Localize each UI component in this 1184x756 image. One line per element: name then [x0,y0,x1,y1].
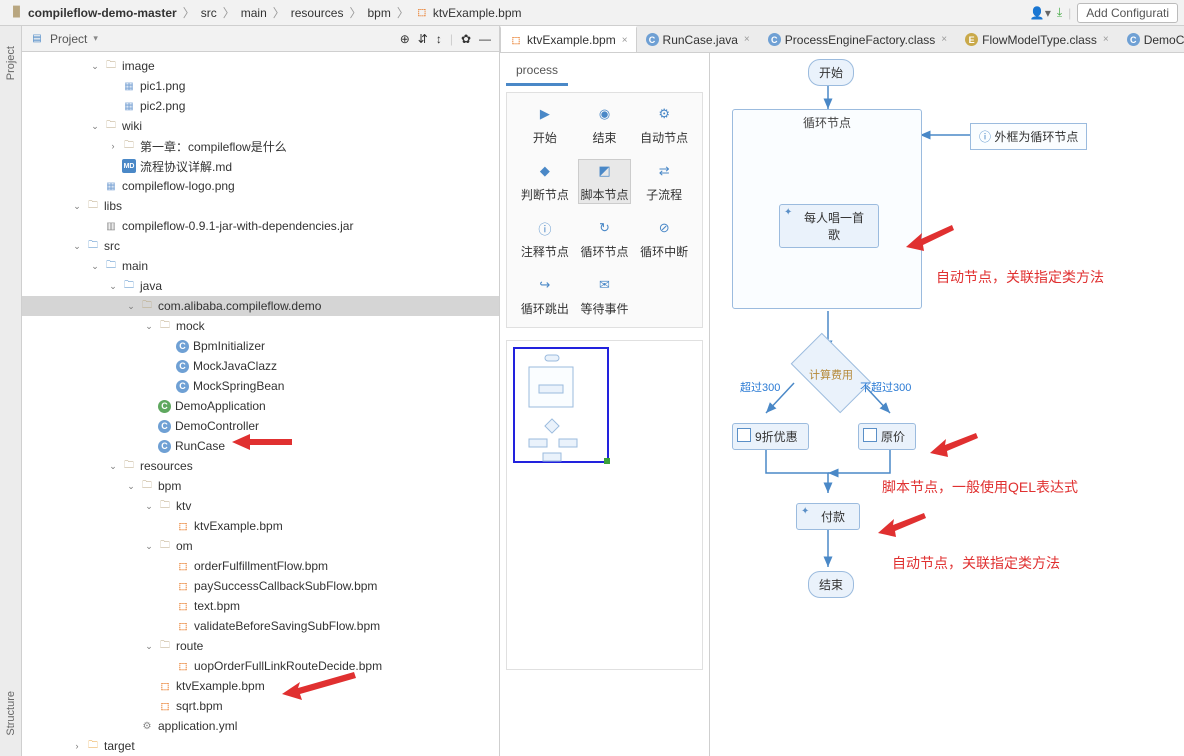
tree-node[interactable]: CRunCase [22,436,499,456]
tree-node[interactable]: MD流程协议详解.md [22,156,499,176]
palette-item[interactable]: ◆判断节点 [519,160,571,203]
palette-panel: process ▶开始◉结束⚙自动节点 ◆判断节点◩脚本节点⇄子流程 ⓘ注释节点↻循… [500,53,710,756]
bpm-icon: ⬚ [415,6,429,20]
editor-tab[interactable]: CRunCase.java× [637,26,759,52]
tree-node[interactable]: ⬚paySuccessCallbackSubFlow.bpm [22,576,499,596]
tree-node[interactable]: ⌄🗀ktv [22,496,499,516]
palette-item[interactable]: ▶开始 [519,103,571,146]
folder-icon: ▉ [10,6,24,20]
palette-item[interactable]: ↻循环节点 [579,217,631,260]
editor-tab[interactable]: ⬚ktvExample.bpm× [500,26,637,52]
structure-tool[interactable]: Structure [5,691,17,736]
editor-tab[interactable]: CDemoC× [1118,26,1184,52]
run-icon[interactable]: ⤓ [1057,5,1062,20]
editor-tab[interactable]: CProcessEngineFactory.class× [759,26,956,52]
flow-sing-node[interactable]: 每人唱一首歌 [779,204,879,248]
annotation-script: 脚本节点，一般使用QEL表达式 [882,477,1078,497]
editor-area: ⬚ktvExample.bpm×CRunCase.java×CProcessEn… [500,26,1184,756]
tree-node[interactable]: ⌄🗀bpm [22,476,499,496]
flow-original[interactable]: 原价 [858,423,916,450]
palette-item[interactable]: ⊘循环中断 [638,217,690,260]
gear-icon[interactable]: ✿ [461,32,471,46]
tree-node[interactable]: ⌄🗀java [22,276,499,296]
tree-node[interactable]: ⌄🗀om [22,536,499,556]
annotation-auto1: 自动节点，关联指定类方法 [936,267,1104,287]
editor-tab[interactable]: EFlowModelType.class× [956,26,1118,52]
project-dropdown[interactable]: ▾ [93,33,98,44]
target-icon[interactable]: ⊕ [400,32,410,46]
flow-decision[interactable]: 计算费用 [791,333,872,414]
tree-node[interactable]: ⌄🗀libs [22,196,499,216]
flow-canvas[interactable]: 开始 - 循环节点 每人唱一首歌 ⓘ 外框为循环节点 计算费用 超过300 不超… [710,53,1184,756]
collapse-icon[interactable]: ⇵ [418,32,428,46]
edge-lte300: 不超过300 [860,379,911,395]
tree-node[interactable]: ⬚ktvExample.bpm [22,516,499,536]
flow-end[interactable]: 结束 [808,571,854,598]
palette-item[interactable]: ⇄子流程 [638,160,690,203]
palette-item[interactable]: ⚙自动节点 [638,103,690,146]
tree-node[interactable]: ⌄🗀image [22,56,499,76]
project-icon: ▤ [30,32,44,46]
tool-sidebar: Project Structure [0,26,22,756]
project-tree[interactable]: ⌄🗀image▦pic1.png▦pic2.png⌄🗀wiki›🗀第一章：com… [22,52,499,756]
tree-node[interactable]: ⬚ktvExample.bpm [22,676,499,696]
breadcrumb[interactable]: ▉ compileflow-demo-master〉 src〉 main〉 re… [6,4,526,21]
tree-node[interactable]: CMockJavaClazz [22,356,499,376]
tree-node[interactable]: ⌄🗀resources [22,456,499,476]
minimize-icon[interactable]: — [479,32,491,46]
tree-node[interactable]: ⬚text.bpm [22,596,499,616]
palette-item[interactable]: ◉结束 [579,103,631,146]
tree-node[interactable]: ▦pic1.png [22,76,499,96]
loop-label: 循环节点 [733,114,921,131]
tree-node[interactable]: ⬚sqrt.bpm [22,696,499,716]
add-config-button[interactable]: Add Configurati [1077,3,1178,23]
tree-node[interactable]: ⬚validateBeforeSavingSubFlow.bpm [22,616,499,636]
palette-item[interactable]: ↪循环跳出 [519,274,571,317]
tree-node[interactable]: ▥compileflow-0.9.1-jar-with-dependencies… [22,216,499,236]
tree-node[interactable]: ⌄🗀route [22,636,499,656]
tree-node[interactable]: ⌄🗀wiki [22,116,499,136]
palette-grid: ▶开始◉结束⚙自动节点 ◆判断节点◩脚本节点⇄子流程 ⓘ注释节点↻循环节点⊘循环中断… [506,92,703,328]
sort-icon[interactable]: ↕ [436,32,442,46]
tree-node[interactable]: ▦pic2.png [22,96,499,116]
project-tool[interactable]: Project [5,46,17,80]
tree-node[interactable]: ⌄🗀mock [22,316,499,336]
annotation-auto2: 自动节点，关联指定类方法 [892,553,1060,573]
flow-loop-container[interactable]: 循环节点 每人唱一首歌 [732,109,922,309]
palette-header[interactable]: process [506,57,568,86]
tree-node[interactable]: ⚙application.yml [22,716,499,736]
palette-item[interactable]: ◩脚本节点 [579,160,631,203]
tree-node[interactable]: ⌄🗀main [22,256,499,276]
flow-pay[interactable]: 付款 [796,503,860,530]
tree-node[interactable]: ›🗀第一章：compileflow是什么 [22,136,499,156]
tree-node[interactable]: CBpmInitializer [22,336,499,356]
flow-discount[interactable]: 9折优惠 [732,423,809,450]
tree-node[interactable]: ⌄🗀com.alibaba.compileflow.demo [22,296,499,316]
tree-node[interactable]: ⬚orderFulfillmentFlow.bpm [22,556,499,576]
tree-node[interactable]: ⌄🗀src [22,236,499,256]
edge-gt300: 超过300 [740,379,780,395]
tree-node[interactable]: ⬚uopOrderFullLinkRouteDecide.bpm [22,656,499,676]
palette-item[interactable]: ⓘ注释节点 [519,217,571,260]
palette-item[interactable]: ✉等待事件 [579,274,631,317]
flow-start[interactable]: 开始 [808,59,854,86]
user-icon[interactable]: 👤▾ [1030,6,1051,20]
editor-tabs: ⬚ktvExample.bpm×CRunCase.java×CProcessEn… [500,26,1184,53]
project-panel: ▤ Project ▾ ⊕ ⇵ ↕ | ✿ — ⌄🗀image▦pic1.png… [22,26,500,756]
tree-node[interactable]: CMockSpringBean [22,376,499,396]
tree-node[interactable]: CDemoController [22,416,499,436]
flow-info-node[interactable]: ⓘ 外框为循环节点 [970,123,1087,150]
project-title: Project [50,32,87,46]
minimap[interactable] [506,340,703,670]
tree-node[interactable]: CDemoApplication [22,396,499,416]
breadcrumb-bar: ▉ compileflow-demo-master〉 src〉 main〉 re… [0,0,1184,26]
tree-node[interactable]: ▦compileflow-logo.png [22,176,499,196]
tree-node[interactable]: ›🗀target [22,736,499,756]
